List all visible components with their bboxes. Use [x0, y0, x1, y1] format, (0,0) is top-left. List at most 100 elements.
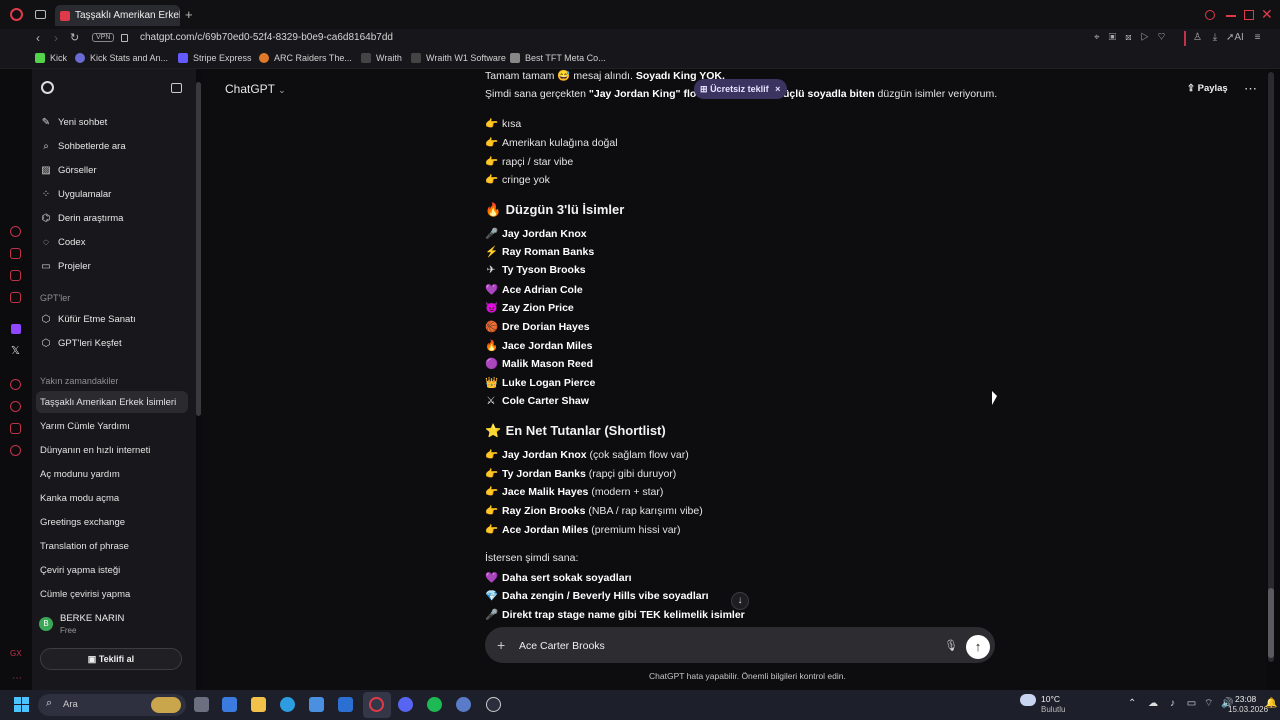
spotify-icon[interactable] — [427, 697, 442, 712]
bookmark-wraith[interactable]: Wraith — [361, 53, 402, 63]
reload-icon[interactable]: ↻ — [70, 31, 79, 44]
bookmark-stripe[interactable]: Stripe Express — [178, 53, 252, 63]
shield-icon[interactable]: ⊠ — [1125, 32, 1140, 43]
settings-icon[interactable] — [10, 445, 21, 456]
sidebar-item-projects[interactable]: ▭ Projeler — [40, 261, 90, 272]
heart-icon[interactable]: ♡ — [1158, 32, 1175, 43]
edge-icon[interactable] — [280, 697, 295, 712]
openai-logo-icon[interactable] — [41, 81, 54, 94]
app-icon[interactable] — [456, 697, 471, 712]
sidebar-item-codex[interactable]: ◌ Codex — [40, 237, 85, 248]
display-icon[interactable]: ▭ — [1187, 698, 1196, 709]
bookmark-wraith-w1[interactable]: Wraith W1 Software — [411, 53, 506, 63]
tab-active[interactable]: Taşşaklı Amerikan Erkek İs — [55, 5, 180, 26]
forward-icon[interactable]: › — [54, 31, 58, 45]
user-name[interactable]: BERKE NARIN — [60, 613, 124, 624]
sidebar-item-apps[interactable]: ⁘ Uygulamalar — [40, 189, 112, 200]
task-view-icon[interactable] — [194, 697, 209, 712]
sidebar-item-gpt-kufur[interactable]: ⬡ Küfür Etme Sanatı — [40, 314, 136, 325]
mail-icon[interactable] — [338, 697, 353, 712]
claim-offer-button[interactable]: ▣ Teklifi al — [40, 648, 182, 670]
store-icon[interactable] — [309, 697, 324, 712]
network-app-icon[interactable]: ☁ — [1148, 698, 1158, 709]
maximize-button[interactable] — [1244, 10, 1254, 20]
sidebar-item-new-chat[interactable]: ✎ Yeni sohbet — [40, 117, 108, 128]
chat-scrollbar-track[interactable] — [1268, 72, 1274, 662]
recent-chat-item[interactable]: Taşşaklı Amerikan Erkek İsimleri — [40, 397, 176, 408]
model-selector[interactable]: ChatGPT ⌄ — [225, 82, 286, 96]
widgets-icon[interactable] — [222, 697, 237, 712]
recent-chat-item[interactable]: Translation of phrase — [40, 541, 129, 552]
opera-gx-icon[interactable] — [369, 697, 384, 712]
weather-temp[interactable]: 10°C — [1041, 694, 1060, 704]
gx-icon[interactable]: GX — [10, 649, 22, 658]
play-icon[interactable]: ▷ — [1141, 32, 1158, 43]
chevron-up-icon[interactable]: ⌃ — [1128, 698, 1136, 709]
menu-icon[interactable]: ≡ — [1255, 32, 1261, 43]
close-window-button[interactable]: ✕ — [1261, 6, 1273, 23]
url-field[interactable]: chatgpt.com/c/69b70ed0-52f4-8329-b0e9-ca… — [140, 32, 393, 43]
mail-icon[interactable] — [10, 292, 21, 303]
sidebar-item-deep-research[interactable]: ⌬ Derin araştırma — [40, 213, 124, 224]
x-icon[interactable]: 𝕏 — [11, 344, 20, 357]
weather-icon[interactable] — [1020, 694, 1036, 706]
player-icon[interactable] — [10, 379, 21, 390]
windows-start-icon[interactable] — [14, 697, 29, 712]
clock-time[interactable]: 23:08 — [1235, 694, 1256, 704]
scroll-down-button[interactable]: ↓ — [731, 592, 749, 610]
sidebar-item-search-chats[interactable]: ⌕ Sohbetlerde ara — [40, 141, 125, 152]
share-button[interactable]: ⇪ Paylaş — [1187, 83, 1228, 94]
recent-chat-item[interactable]: Dünyanın en hızlı interneti — [40, 445, 150, 456]
recent-chat-item[interactable]: Kanka modu açma — [40, 493, 119, 504]
recent-chat-item[interactable]: Yarım Cümle Yardımı — [40, 421, 130, 432]
wifi-icon[interactable]: ⌔ — [1204, 698, 1213, 709]
steam-icon[interactable] — [486, 697, 501, 712]
bag-icon[interactable] — [10, 248, 21, 259]
send-button[interactable]: ↑ — [966, 635, 990, 659]
workspace-icon[interactable] — [35, 10, 46, 19]
chat-icon[interactable] — [10, 270, 21, 281]
shortlist-item: 👉 Ray Zion Brooks (NBA / rap karışımı vib… — [485, 504, 703, 517]
bookmark-arc-raiders[interactable]: ARC Raiders The... — [259, 53, 352, 63]
sidebar-item-explore-gpts[interactable]: ⬡ GPT'leri Keşfet — [40, 338, 122, 349]
pinboard-icon[interactable] — [10, 423, 21, 434]
microphone-icon[interactable]: 🎙 — [944, 639, 958, 652]
free-offer-pill[interactable]: ⊞ Ücretsiz teklif × — [694, 79, 787, 99]
snapshot-icon[interactable]: ▣ — [1109, 32, 1126, 43]
bookmark-kick[interactable]: Kick — [35, 53, 67, 63]
recent-chat-item[interactable]: Greetings exchange — [40, 517, 125, 528]
clock-date[interactable]: 15.03.2026 — [1228, 705, 1268, 714]
aria-ai-button[interactable]: ➚AI — [1226, 32, 1244, 43]
search-icon[interactable] — [1205, 10, 1215, 20]
microphone-icon[interactable]: ♪ — [1170, 698, 1175, 709]
vpn-badge[interactable]: VPN — [92, 33, 115, 42]
pin-icon[interactable]: ⌖ — [1094, 32, 1109, 43]
bookmark-tft[interactable]: Best TFT Meta Co... — [510, 53, 606, 63]
taskbar-search[interactable]: ⌕ Ara — [38, 694, 186, 716]
user-avatar[interactable]: B — [39, 617, 53, 631]
attach-plus-icon[interactable]: + — [497, 637, 505, 653]
clock-icon[interactable] — [10, 401, 21, 412]
file-explorer-icon[interactable] — [251, 697, 266, 712]
back-icon[interactable]: ‹ — [36, 31, 40, 45]
bookmark-kick-stats[interactable]: Kick Stats and An... — [75, 53, 168, 63]
account-icon[interactable]: ♙ — [1193, 32, 1202, 43]
sidebar-item-images[interactable]: ▨ Görseller — [40, 165, 96, 176]
more-options-button[interactable]: ⋯ — [1244, 81, 1257, 97]
recent-chat-item[interactable]: Cümle çevirisi yapma — [40, 589, 130, 600]
recent-chat-item[interactable]: Çeviri yapma isteği — [40, 565, 120, 576]
twitch-icon[interactable] — [11, 324, 21, 334]
recent-chat-item[interactable]: Aç modunu yardım — [40, 469, 120, 480]
chat-scrollbar-thumb[interactable] — [1268, 588, 1274, 658]
minimize-button[interactable] — [1226, 15, 1236, 17]
discord-icon[interactable] — [398, 697, 413, 712]
sidebar-toggle-icon[interactable] — [171, 83, 182, 93]
more-icon[interactable]: ⋯ — [12, 673, 22, 684]
new-tab-button[interactable]: + — [185, 7, 193, 22]
close-icon[interactable]: × — [775, 84, 780, 94]
notification-bell-icon[interactable]: 🔔 — [1265, 698, 1277, 709]
history-icon[interactable] — [10, 226, 21, 237]
download-icon[interactable]: ⤓ — [1213, 32, 1217, 43]
opera-logo-icon[interactable] — [10, 8, 23, 21]
message-input[interactable]: Ace Carter Brooks — [519, 640, 605, 652]
